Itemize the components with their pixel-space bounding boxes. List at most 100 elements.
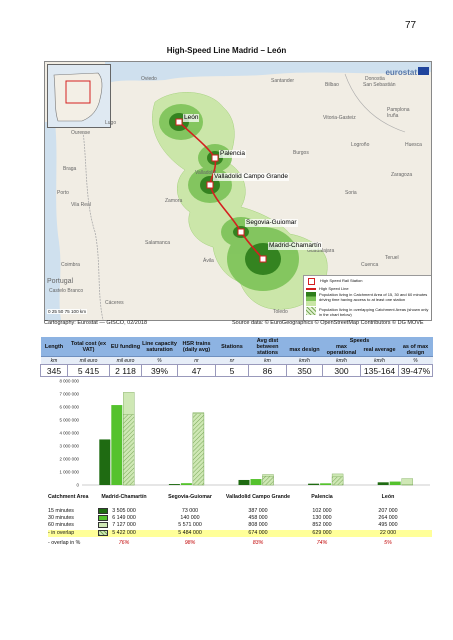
col-leon: León [381, 494, 395, 500]
header-length: Length [40, 337, 68, 357]
catchment-row: 30 minutes 6 149 000 140 000 458 000 130 000… [48, 515, 432, 522]
catchment-cell: 674 000 [248, 530, 268, 536]
catchment-row: - overlap in % 76% 98% 83% 74% 5% [48, 540, 432, 547]
eu-flag-icon [418, 67, 429, 75]
place-label: Soria [345, 190, 357, 196]
bar-30min [111, 405, 123, 485]
catchment-header-row: Catchment Area Madrid-Chamartín Segovia-… [48, 494, 432, 501]
catchment-cell: 73 000 [181, 508, 199, 514]
catchment-cell: 130 000 [312, 515, 332, 521]
unit-cell: mil euro [67, 356, 110, 365]
catchment-header-label: Catchment Area [48, 494, 89, 500]
unit-cell: % [141, 356, 178, 365]
map-legend: High Speed Rail Station High Speed Line … [303, 275, 431, 320]
bar-15min [168, 484, 180, 485]
bar-15min [308, 483, 320, 485]
place-label: Huesca [405, 142, 422, 148]
place-label: Logroño [351, 142, 370, 148]
catchment-row-label: 60 minutes [48, 522, 74, 528]
catchment-cell: 83% [252, 540, 264, 546]
y-tick-label: 1 000 000 [59, 470, 79, 475]
catchment-cell: 6 149 000 [112, 515, 136, 521]
place-label: Vila Real [71, 202, 91, 208]
y-tick-label: 4 000 000 [59, 431, 79, 436]
units-row: km mil euro mil euro% nr nr km km/h km/h km/h% [40, 356, 433, 365]
header-stations: Stations [215, 337, 249, 357]
unit-cell: mil euro [109, 356, 142, 365]
header-total-cost: Total cost (ex VAT) [67, 337, 110, 357]
legend-item-catchment: Population living in Catchment Area of 1… [306, 292, 431, 306]
y-tick-label: 2 000 000 [59, 457, 79, 462]
catchment-cell: 98% [184, 540, 196, 546]
place-label: Coimbra [61, 262, 80, 268]
y-tick-label: 3 000 000 [59, 444, 79, 449]
place-label: Cáceres [105, 300, 124, 306]
bar-overlap [331, 476, 344, 486]
catchment-cell: 852 000 [312, 522, 332, 528]
catchment-cell: 3 505 000 [112, 508, 136, 514]
place-label: Zaragoza [391, 172, 413, 178]
catchment-cell: 495 000 [378, 522, 398, 528]
col-madrid: Madrid-Chamartín [101, 494, 147, 500]
header-real-average: real average [360, 344, 399, 357]
catchment-symbol-icon [306, 292, 316, 306]
catchment-cell: 5 484 000 [178, 530, 202, 536]
catchment-cell: 808 000 [248, 522, 268, 528]
catchment-cell: 264 000 [378, 515, 398, 521]
station-label-palencia: Palencia [219, 150, 246, 158]
header-speeds: Speeds [286, 337, 433, 344]
eurostat-logo: eurostat [385, 68, 417, 77]
overlap-symbol-icon [306, 307, 316, 315]
y-tick-label: 6 000 000 [59, 405, 79, 410]
y-tick-label: 5 000 000 [59, 418, 79, 423]
bar-30min [320, 483, 332, 485]
page-title: High-Speed Line Madrid – León [166, 46, 287, 55]
bar-15min [238, 479, 250, 485]
unit-cell: km [248, 356, 287, 365]
bar-15min [377, 482, 389, 485]
header-capacity: Line capacity saturation [141, 337, 178, 357]
catchment-row-label: 15 minutes [48, 508, 74, 514]
unit-cell: nr [177, 356, 216, 365]
catchment-cell: 5 422 000 [112, 530, 136, 536]
y-tick-label: 7 000 000 [59, 392, 79, 397]
bar-15min [99, 439, 111, 485]
place-label: Porto [57, 190, 69, 196]
col-valladolid: Valladolid Campo Grande [225, 494, 291, 500]
header-avg-dist: Avg dist between stations [248, 337, 287, 357]
legend-item-line: High Speed Line [306, 286, 431, 291]
station-label-segovia: Segovia-Guiomar [245, 219, 298, 227]
legend-item-overlap: Population living in overlapping Catchme… [306, 307, 431, 317]
place-label: Lugo [105, 120, 117, 126]
header-as-of-max-design: as of max design [398, 344, 433, 357]
place-label: San Sebastián [363, 82, 396, 88]
y-tick-label: 0 [77, 483, 80, 488]
catchment-row: - in overlap 5 422 000 5 484 000 674 000 629… [48, 530, 432, 537]
bar-overlap [192, 413, 205, 486]
place-label: Zamora [165, 198, 183, 204]
cartography-credit: Cartography: Eurostat — GISCO, 02/2018 [44, 320, 148, 326]
header-hsr-trains: HSR trains (daily avg) [177, 337, 216, 357]
unit-cell: nr [215, 356, 249, 365]
catchment-cell: 22 000 [379, 530, 397, 536]
unit-cell: km/h [360, 356, 399, 365]
place-label: Salamanca [145, 240, 171, 246]
scale-bar: 0 25 50 75 100 km [47, 309, 88, 314]
place-label: Portugal [47, 278, 74, 285]
place-label: Ourense [71, 130, 91, 136]
catchment-cell: 140 000 [180, 515, 200, 521]
catchment-cell: 7 127 000 [112, 522, 136, 528]
unit-cell: km/h [322, 356, 361, 365]
catchment-row-label: 30 minutes [48, 515, 74, 521]
col-segovia: Segovia-Guiomar [168, 494, 212, 500]
place-label: Burgos [293, 150, 309, 156]
bars [99, 392, 413, 486]
catchment-row: 15 minutes 3 505 000 73 000 387 000 102 000 2… [48, 508, 432, 515]
route-map: eurostat Oviedo Santander Bilbao Donosti… [44, 61, 432, 321]
legend-item-station: High Speed Rail Station [306, 278, 431, 285]
bar-30min [180, 483, 192, 485]
place-label: Santander [271, 78, 295, 84]
unit-cell: km [40, 356, 68, 365]
catchment-cell: 629 000 [312, 530, 332, 536]
station-symbol-icon [308, 278, 315, 285]
